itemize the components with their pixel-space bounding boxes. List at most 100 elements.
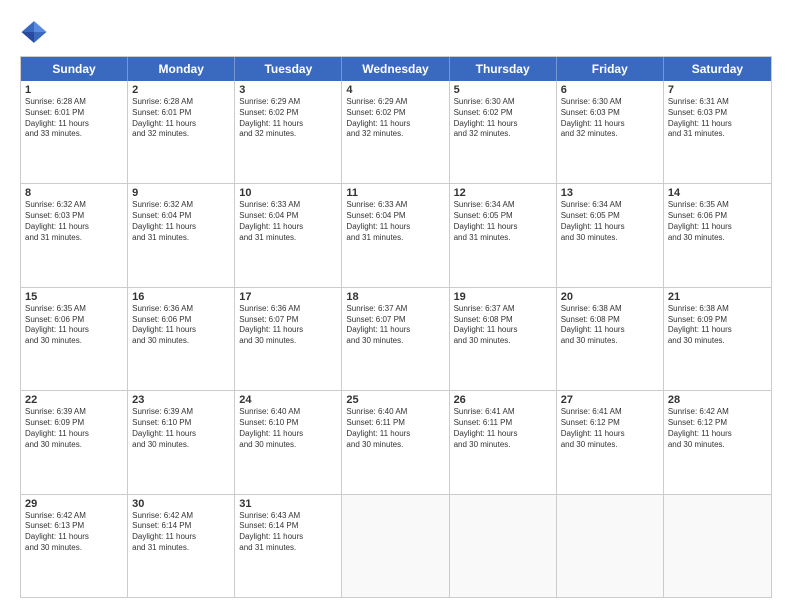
- calendar-cell: 17Sunrise: 6:36 AMSunset: 6:07 PMDayligh…: [235, 288, 342, 390]
- calendar-cell: 2Sunrise: 6:28 AMSunset: 6:01 PMDaylight…: [128, 81, 235, 183]
- weekday-header: Monday: [128, 57, 235, 81]
- calendar-cell: 29Sunrise: 6:42 AMSunset: 6:13 PMDayligh…: [21, 495, 128, 597]
- header: [20, 18, 772, 46]
- page: SundayMondayTuesdayWednesdayThursdayFrid…: [0, 0, 792, 612]
- day-number: 24: [239, 394, 337, 406]
- cell-details: Sunrise: 6:42 AMSunset: 6:13 PMDaylight:…: [25, 511, 123, 554]
- calendar-cell: 12Sunrise: 6:34 AMSunset: 6:05 PMDayligh…: [450, 184, 557, 286]
- calendar-cell: 27Sunrise: 6:41 AMSunset: 6:12 PMDayligh…: [557, 391, 664, 493]
- day-number: 25: [346, 394, 444, 406]
- calendar-row: 15Sunrise: 6:35 AMSunset: 6:06 PMDayligh…: [21, 288, 771, 391]
- cell-details: Sunrise: 6:42 AMSunset: 6:12 PMDaylight:…: [668, 407, 767, 450]
- day-number: 28: [668, 394, 767, 406]
- cell-details: Sunrise: 6:41 AMSunset: 6:11 PMDaylight:…: [454, 407, 552, 450]
- day-number: 5: [454, 84, 552, 96]
- calendar-cell: 15Sunrise: 6:35 AMSunset: 6:06 PMDayligh…: [21, 288, 128, 390]
- cell-details: Sunrise: 6:32 AMSunset: 6:04 PMDaylight:…: [132, 200, 230, 243]
- day-number: 12: [454, 187, 552, 199]
- cell-details: Sunrise: 6:36 AMSunset: 6:06 PMDaylight:…: [132, 304, 230, 347]
- calendar-cell: 24Sunrise: 6:40 AMSunset: 6:10 PMDayligh…: [235, 391, 342, 493]
- cell-details: Sunrise: 6:38 AMSunset: 6:08 PMDaylight:…: [561, 304, 659, 347]
- calendar-cell: 4Sunrise: 6:29 AMSunset: 6:02 PMDaylight…: [342, 81, 449, 183]
- calendar-header: SundayMondayTuesdayWednesdayThursdayFrid…: [21, 57, 771, 81]
- calendar-cell: 16Sunrise: 6:36 AMSunset: 6:06 PMDayligh…: [128, 288, 235, 390]
- logo-icon: [20, 18, 48, 46]
- calendar-cell: 3Sunrise: 6:29 AMSunset: 6:02 PMDaylight…: [235, 81, 342, 183]
- cell-details: Sunrise: 6:34 AMSunset: 6:05 PMDaylight:…: [454, 200, 552, 243]
- day-number: 22: [25, 394, 123, 406]
- calendar-cell: [557, 495, 664, 597]
- calendar-cell: 11Sunrise: 6:33 AMSunset: 6:04 PMDayligh…: [342, 184, 449, 286]
- day-number: 20: [561, 291, 659, 303]
- day-number: 26: [454, 394, 552, 406]
- day-number: 27: [561, 394, 659, 406]
- day-number: 10: [239, 187, 337, 199]
- cell-details: Sunrise: 6:28 AMSunset: 6:01 PMDaylight:…: [25, 97, 123, 140]
- calendar-cell: 5Sunrise: 6:30 AMSunset: 6:02 PMDaylight…: [450, 81, 557, 183]
- day-number: 16: [132, 291, 230, 303]
- calendar-cell: 1Sunrise: 6:28 AMSunset: 6:01 PMDaylight…: [21, 81, 128, 183]
- cell-details: Sunrise: 6:40 AMSunset: 6:11 PMDaylight:…: [346, 407, 444, 450]
- day-number: 31: [239, 498, 337, 510]
- cell-details: Sunrise: 6:35 AMSunset: 6:06 PMDaylight:…: [668, 200, 767, 243]
- weekday-header: Sunday: [21, 57, 128, 81]
- calendar-cell: 8Sunrise: 6:32 AMSunset: 6:03 PMDaylight…: [21, 184, 128, 286]
- cell-details: Sunrise: 6:43 AMSunset: 6:14 PMDaylight:…: [239, 511, 337, 554]
- calendar-cell: 19Sunrise: 6:37 AMSunset: 6:08 PMDayligh…: [450, 288, 557, 390]
- calendar-cell: 18Sunrise: 6:37 AMSunset: 6:07 PMDayligh…: [342, 288, 449, 390]
- day-number: 7: [668, 84, 767, 96]
- calendar-cell: 6Sunrise: 6:30 AMSunset: 6:03 PMDaylight…: [557, 81, 664, 183]
- cell-details: Sunrise: 6:28 AMSunset: 6:01 PMDaylight:…: [132, 97, 230, 140]
- weekday-header: Saturday: [664, 57, 771, 81]
- calendar-cell: 14Sunrise: 6:35 AMSunset: 6:06 PMDayligh…: [664, 184, 771, 286]
- day-number: 18: [346, 291, 444, 303]
- day-number: 21: [668, 291, 767, 303]
- calendar-body: 1Sunrise: 6:28 AMSunset: 6:01 PMDaylight…: [21, 81, 771, 597]
- calendar-row: 29Sunrise: 6:42 AMSunset: 6:13 PMDayligh…: [21, 495, 771, 597]
- cell-details: Sunrise: 6:42 AMSunset: 6:14 PMDaylight:…: [132, 511, 230, 554]
- cell-details: Sunrise: 6:30 AMSunset: 6:02 PMDaylight:…: [454, 97, 552, 140]
- cell-details: Sunrise: 6:31 AMSunset: 6:03 PMDaylight:…: [668, 97, 767, 140]
- cell-details: Sunrise: 6:33 AMSunset: 6:04 PMDaylight:…: [239, 200, 337, 243]
- cell-details: Sunrise: 6:32 AMSunset: 6:03 PMDaylight:…: [25, 200, 123, 243]
- day-number: 11: [346, 187, 444, 199]
- calendar-cell: 26Sunrise: 6:41 AMSunset: 6:11 PMDayligh…: [450, 391, 557, 493]
- logo: [20, 18, 52, 46]
- cell-details: Sunrise: 6:33 AMSunset: 6:04 PMDaylight:…: [346, 200, 444, 243]
- calendar-cell: 20Sunrise: 6:38 AMSunset: 6:08 PMDayligh…: [557, 288, 664, 390]
- calendar-row: 1Sunrise: 6:28 AMSunset: 6:01 PMDaylight…: [21, 81, 771, 184]
- day-number: 3: [239, 84, 337, 96]
- weekday-header: Friday: [557, 57, 664, 81]
- weekday-header: Wednesday: [342, 57, 449, 81]
- day-number: 29: [25, 498, 123, 510]
- day-number: 19: [454, 291, 552, 303]
- cell-details: Sunrise: 6:41 AMSunset: 6:12 PMDaylight:…: [561, 407, 659, 450]
- calendar-cell: 23Sunrise: 6:39 AMSunset: 6:10 PMDayligh…: [128, 391, 235, 493]
- calendar-cell: 7Sunrise: 6:31 AMSunset: 6:03 PMDaylight…: [664, 81, 771, 183]
- cell-details: Sunrise: 6:37 AMSunset: 6:08 PMDaylight:…: [454, 304, 552, 347]
- calendar-cell: 28Sunrise: 6:42 AMSunset: 6:12 PMDayligh…: [664, 391, 771, 493]
- day-number: 6: [561, 84, 659, 96]
- day-number: 8: [25, 187, 123, 199]
- day-number: 9: [132, 187, 230, 199]
- calendar-cell: 22Sunrise: 6:39 AMSunset: 6:09 PMDayligh…: [21, 391, 128, 493]
- cell-details: Sunrise: 6:34 AMSunset: 6:05 PMDaylight:…: [561, 200, 659, 243]
- weekday-header: Thursday: [450, 57, 557, 81]
- day-number: 17: [239, 291, 337, 303]
- day-number: 15: [25, 291, 123, 303]
- cell-details: Sunrise: 6:35 AMSunset: 6:06 PMDaylight:…: [25, 304, 123, 347]
- calendar: SundayMondayTuesdayWednesdayThursdayFrid…: [20, 56, 772, 598]
- day-number: 23: [132, 394, 230, 406]
- day-number: 2: [132, 84, 230, 96]
- day-number: 4: [346, 84, 444, 96]
- calendar-row: 8Sunrise: 6:32 AMSunset: 6:03 PMDaylight…: [21, 184, 771, 287]
- weekday-header: Tuesday: [235, 57, 342, 81]
- day-number: 13: [561, 187, 659, 199]
- cell-details: Sunrise: 6:29 AMSunset: 6:02 PMDaylight:…: [346, 97, 444, 140]
- cell-details: Sunrise: 6:30 AMSunset: 6:03 PMDaylight:…: [561, 97, 659, 140]
- cell-details: Sunrise: 6:29 AMSunset: 6:02 PMDaylight:…: [239, 97, 337, 140]
- calendar-cell: [342, 495, 449, 597]
- day-number: 14: [668, 187, 767, 199]
- calendar-row: 22Sunrise: 6:39 AMSunset: 6:09 PMDayligh…: [21, 391, 771, 494]
- cell-details: Sunrise: 6:36 AMSunset: 6:07 PMDaylight:…: [239, 304, 337, 347]
